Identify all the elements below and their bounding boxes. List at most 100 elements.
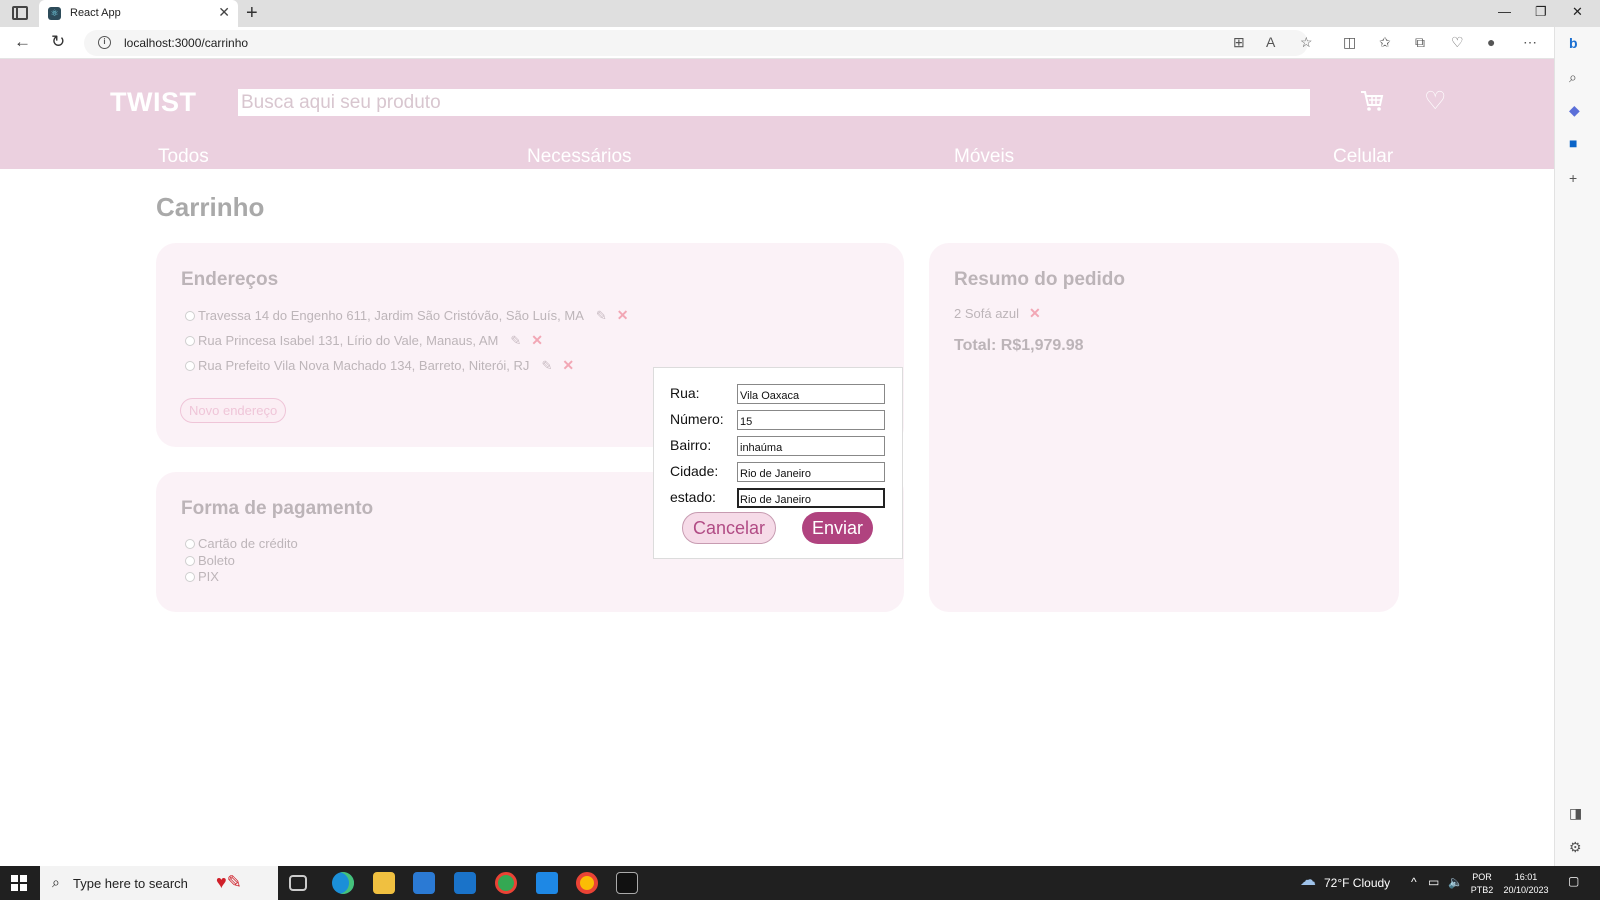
browser-essentials-icon[interactable]: ♡ bbox=[1451, 34, 1464, 50]
taskbar-search-box[interactable]: ⌕ Type here to search ♥✎ bbox=[40, 866, 278, 900]
task-view-icon[interactable] bbox=[289, 875, 307, 891]
show-hidden-icons-icon[interactable]: ^ bbox=[1411, 875, 1417, 889]
rua-input[interactable] bbox=[737, 384, 885, 404]
favorite-star-icon[interactable]: ☆ bbox=[1300, 34, 1313, 50]
keyboard-layout[interactable]: PTB2 bbox=[1468, 884, 1496, 896]
delete-x-icon[interactable]: ✕ bbox=[531, 332, 543, 349]
payment-option-label: Boleto bbox=[198, 553, 235, 568]
settings-more-icon[interactable]: ⋯ bbox=[1523, 34, 1537, 50]
windows-taskbar: ⌕ Type here to search ♥✎ ☁ 72°F Cloudy ^… bbox=[0, 866, 1600, 900]
numero-label: Número: bbox=[670, 411, 724, 427]
outlook-icon[interactable]: ■ bbox=[1569, 135, 1577, 151]
address-text: Travessa 14 do Engenho 611, Jardim São C… bbox=[198, 308, 584, 323]
payment-option[interactable]: PIX bbox=[185, 569, 219, 584]
collections-icon[interactable]: ⧉ bbox=[1415, 34, 1425, 50]
address-radio[interactable] bbox=[185, 335, 195, 346]
browser-tab-bar: ⚛ React App ✕ + — ❐ ✕ bbox=[0, 0, 1600, 27]
volume-icon[interactable]: 🔈 bbox=[1448, 875, 1463, 889]
edge-taskbar-icon[interactable] bbox=[332, 872, 354, 894]
category-necessarios[interactable]: Necessários bbox=[527, 146, 632, 168]
heart-icon[interactable]: ♡ bbox=[1424, 88, 1446, 114]
payment-option-label: Cartão de crédito bbox=[198, 536, 298, 551]
edit-pencil-icon[interactable]: ✎ bbox=[596, 308, 607, 324]
cidade-label: Cidade: bbox=[670, 463, 719, 479]
payment-radio[interactable] bbox=[185, 555, 195, 566]
site-info-icon[interactable]: i bbox=[98, 36, 111, 49]
category-celular[interactable]: Celular bbox=[1333, 146, 1393, 168]
weather-text[interactable]: 72°F Cloudy bbox=[1324, 876, 1390, 890]
cancel-button[interactable]: Cancelar bbox=[682, 512, 776, 544]
payment-radio[interactable] bbox=[185, 538, 195, 549]
split-screen-icon[interactable]: ◫ bbox=[1343, 34, 1356, 50]
read-aloud-icon[interactable]: A bbox=[1266, 34, 1275, 50]
new-tab-icon[interactable]: + bbox=[246, 2, 258, 24]
payment-option[interactable]: Boleto bbox=[185, 553, 235, 568]
address-item[interactable]: Rua Prefeito Vila Nova Machado 134, Barr… bbox=[185, 357, 574, 374]
submit-button[interactable]: Enviar bbox=[802, 512, 873, 544]
vscode-icon[interactable] bbox=[536, 872, 558, 894]
bairro-input[interactable] bbox=[737, 436, 885, 456]
app-available-icon[interactable]: ⊞ bbox=[1233, 34, 1245, 50]
edit-pencil-icon[interactable]: ✎ bbox=[510, 333, 521, 349]
cidade-input[interactable] bbox=[737, 462, 885, 482]
address-radio[interactable] bbox=[185, 360, 195, 371]
file-explorer-icon[interactable] bbox=[373, 872, 395, 894]
close-window-icon[interactable]: ✕ bbox=[1572, 4, 1583, 20]
sidebar-settings-icon[interactable]: ⚙ bbox=[1569, 839, 1582, 855]
store-icon[interactable] bbox=[413, 872, 435, 894]
taskbar-search-text: Type here to search bbox=[73, 876, 188, 891]
react-favicon-icon: ⚛ bbox=[48, 7, 61, 20]
edit-pencil-icon[interactable]: ✎ bbox=[541, 358, 552, 374]
close-tab-icon[interactable]: ✕ bbox=[218, 5, 230, 19]
rua-label: Rua: bbox=[670, 385, 700, 401]
profile-icon[interactable]: ● bbox=[1487, 34, 1495, 50]
addresses-title: Endereços bbox=[181, 269, 279, 290]
new-address-button[interactable]: Novo endereço bbox=[180, 398, 287, 423]
search-input[interactable] bbox=[238, 89, 1310, 116]
notifications-icon[interactable]: ▢ bbox=[1568, 874, 1579, 888]
estado-input[interactable] bbox=[737, 488, 885, 508]
rua-row: Rua: bbox=[670, 384, 895, 404]
tab-actions-icon[interactable] bbox=[12, 6, 28, 20]
bing-copilot-icon[interactable]: b bbox=[1569, 35, 1578, 51]
games-icon[interactable]: ◆ bbox=[1569, 102, 1580, 118]
numero-input[interactable] bbox=[737, 410, 885, 430]
address-item[interactable]: Rua Princesa Isabel 131, Lírio do Vale, … bbox=[185, 332, 543, 349]
address-radio[interactable] bbox=[185, 310, 195, 321]
language-code[interactable]: POR bbox=[1468, 871, 1496, 883]
back-icon[interactable]: ← bbox=[14, 32, 31, 52]
hide-sidebar-icon[interactable]: ◨ bbox=[1569, 805, 1582, 821]
cart-icon[interactable] bbox=[1360, 90, 1384, 112]
address-bar[interactable]: i localhost:3000/carrinho bbox=[84, 30, 1308, 56]
reload-icon[interactable]: ↻ bbox=[51, 32, 65, 52]
add-sidebar-app-icon[interactable]: + bbox=[1569, 170, 1577, 186]
delete-x-icon[interactable]: ✕ bbox=[617, 307, 629, 324]
remove-item-x-icon[interactable]: ✕ bbox=[1029, 305, 1041, 322]
search-icon: ⌕ bbox=[52, 874, 60, 890]
site-logo[interactable]: TWIST bbox=[110, 87, 196, 118]
favorites-icon[interactable]: ✩ bbox=[1379, 34, 1391, 50]
url-text[interactable]: localhost:3000/carrinho bbox=[124, 36, 248, 50]
chrome-icon[interactable] bbox=[576, 872, 598, 894]
chrome-dev-icon[interactable] bbox=[495, 872, 517, 894]
windows-start-icon[interactable] bbox=[11, 875, 27, 891]
address-item[interactable]: Travessa 14 do Engenho 611, Jardim São C… bbox=[185, 307, 629, 324]
delete-x-icon[interactable]: ✕ bbox=[562, 357, 574, 374]
minimize-icon[interactable]: — bbox=[1498, 4, 1511, 19]
category-moveis[interactable]: Móveis bbox=[954, 146, 1014, 168]
network-icon[interactable]: ▭ bbox=[1428, 875, 1439, 889]
search-icon[interactable]: ⌕ bbox=[1569, 69, 1577, 85]
category-todos[interactable]: Todos bbox=[158, 146, 209, 168]
terminal-icon[interactable] bbox=[616, 872, 638, 894]
restore-icon[interactable]: ❐ bbox=[1535, 4, 1547, 20]
clock-time[interactable]: 16:01 bbox=[1500, 871, 1552, 883]
order-total: Total: R$1,979.98 bbox=[954, 337, 1084, 354]
payment-option-label: PIX bbox=[198, 569, 219, 584]
web-page: TWIST ♡ Todos Necessários Móveis Celular… bbox=[0, 59, 1554, 866]
address-form-modal: Rua: Número: Bairro: Cidade: estado: Can… bbox=[653, 367, 903, 559]
payment-option[interactable]: Cartão de crédito bbox=[185, 536, 298, 551]
mail-icon[interactable] bbox=[454, 872, 476, 894]
payment-radio[interactable] bbox=[185, 571, 195, 582]
clock-date[interactable]: 20/10/2023 bbox=[1500, 884, 1552, 896]
browser-tab[interactable]: ⚛ React App ✕ bbox=[39, 0, 238, 27]
